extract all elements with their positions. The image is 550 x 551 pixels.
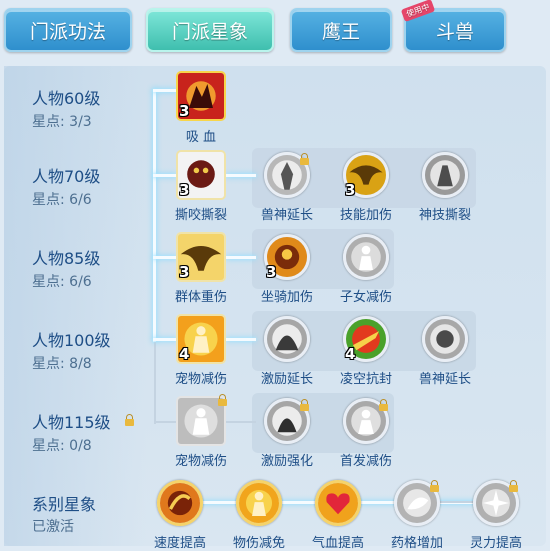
series-label: 速度提高 (153, 536, 206, 551)
skill-label: 兽神延长 (418, 372, 471, 387)
skill-beast-god-extend-2[interactable] (422, 316, 468, 362)
skill-count: 3 (345, 181, 356, 199)
skill-count: 3 (179, 263, 190, 281)
star-count-115: 星点: 0/8 (32, 438, 92, 454)
skill-label: 激励延长 (260, 372, 313, 387)
skill-label: 凌空抗封 (339, 372, 392, 387)
series-title: 系别星象 (32, 495, 97, 514)
star-count-70: 星点: 6/6 (32, 192, 92, 208)
phys-shield-icon (239, 483, 279, 523)
level-label-60: 人物60级 (32, 89, 101, 108)
skill-count: 3 (179, 102, 190, 120)
skill-label: 神技撕裂 (418, 208, 471, 223)
skill-label: 坐骑加伤 (260, 290, 313, 305)
connector-100 (153, 338, 177, 341)
lock-icon (125, 414, 134, 428)
connector-70 (153, 174, 177, 177)
child-figure-icon (346, 237, 386, 277)
skill-label: 宠物减伤 (174, 454, 227, 469)
skill-label: 撕咬撕裂 (174, 208, 227, 223)
skill-inspire-extend[interactable] (264, 316, 310, 362)
connector-60 (153, 89, 177, 92)
star-count-85: 星点: 6/6 (32, 274, 92, 290)
tab-beast-fight[interactable]: 斗兽 使用中 (400, 0, 506, 52)
skill-label: 激励强化 (260, 454, 313, 469)
star-count-60: 星点: 3/3 (32, 114, 92, 130)
series-phys-reduce[interactable] (236, 480, 282, 526)
lock-icon (379, 399, 388, 413)
level-label-100: 人物100级 (32, 331, 111, 350)
skill-divine-tear[interactable] (422, 152, 468, 198)
level-label-70: 人物70级 (32, 167, 101, 186)
connector-trunk (153, 89, 156, 342)
series-label: 物伤减免 (232, 536, 285, 551)
divine-tear-icon (425, 155, 465, 195)
lock-icon (300, 153, 309, 167)
tab-eagle-king[interactable]: 鹰王 (290, 8, 392, 52)
skill-count: 4 (179, 345, 190, 363)
skill-label: 首发减伤 (339, 454, 392, 469)
series-label: 药格增加 (390, 536, 443, 551)
lock-icon (218, 394, 227, 408)
skill-label: 兽神延长 (260, 208, 313, 223)
skill-count: 3 (179, 181, 190, 199)
connector-70-branch (226, 174, 256, 177)
inspire-dark-icon (267, 319, 307, 359)
series-status: 已激活 (32, 519, 74, 535)
connector-85 (153, 256, 177, 259)
series-label: 气血提高 (311, 536, 364, 551)
tab-sect-skills[interactable]: 门派功法 (4, 8, 132, 52)
tab-sect-astrology[interactable]: 门派星象 (146, 8, 274, 52)
beast-god-icon (425, 319, 465, 359)
heart-icon (318, 483, 358, 523)
skill-label: 宠物减伤 (174, 372, 227, 387)
skill-count: 4 (345, 345, 356, 363)
skill-label: 子女减伤 (339, 290, 392, 305)
level-label-85: 人物85级 (32, 249, 101, 268)
tab-beast-fight-label: 斗兽 (435, 20, 474, 43)
skill-label: 吸 血 (185, 130, 217, 145)
skill-label: 群体重伤 (174, 290, 227, 305)
connector-100-branch (226, 338, 256, 341)
series-hp-up[interactable] (315, 480, 361, 526)
level-column (4, 66, 146, 546)
skill-child-reduce[interactable] (343, 234, 389, 280)
level-label-115: 人物115级 (32, 413, 111, 432)
skill-label: 技能加伤 (339, 208, 392, 223)
in-use-badge: 使用中 (400, 0, 436, 23)
lock-icon (300, 399, 309, 413)
connector-85-branch (226, 256, 256, 259)
series-label: 灵力提高 (469, 536, 522, 551)
connector-115 (154, 421, 178, 423)
lock-icon (430, 480, 439, 494)
skill-count: 3 (266, 263, 277, 281)
lock-icon (509, 480, 518, 494)
series-speed-up[interactable] (157, 480, 203, 526)
speed-icon (160, 483, 200, 523)
connector-trunk-locked (154, 342, 156, 424)
connector-115-branch (226, 421, 256, 423)
star-count-100: 星点: 8/8 (32, 356, 92, 372)
